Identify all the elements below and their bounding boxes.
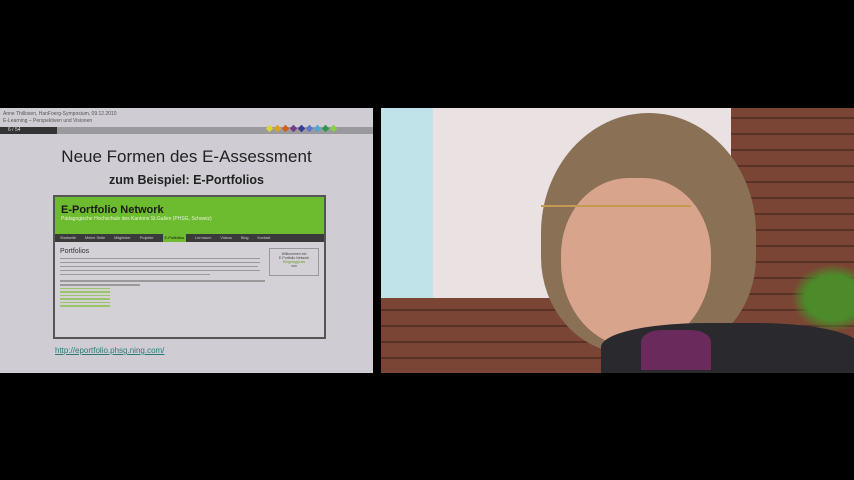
decorative-dots: [265, 124, 338, 133]
dot: [273, 124, 282, 133]
glasses: [541, 205, 691, 229]
nav-item: Startseite: [60, 236, 77, 240]
slide-event-line: E-Learning – Perspektiven und Visionen: [3, 118, 93, 124]
nav-item: Meine Seite: [85, 236, 106, 240]
dot: [305, 124, 314, 133]
dot: [265, 124, 274, 133]
slide-progress-bar: 6 / 54: [0, 124, 373, 134]
speaker-video: [381, 108, 854, 373]
slide-page-number: 6 / 54: [0, 127, 57, 134]
nav-item: Mitglieder: [114, 236, 131, 240]
nav-item: Projekte: [139, 236, 154, 240]
slide-url-link: http://eportfolio.phsg.ning.com/: [55, 346, 165, 355]
speaker-jacket: [601, 323, 854, 373]
dot: [321, 124, 330, 133]
welcome-box: Willkommen bei E-Portfolio Network Einge…: [269, 248, 319, 276]
site-tagline: Pädagogische Hochschule des Kantons St.G…: [61, 216, 212, 222]
slide-author-line: Anne Thillosen, HanFoerg-Symposium, 09.1…: [3, 111, 117, 117]
website-screenshot: E-Portfolio Network Pädagogische Hochsch…: [53, 195, 326, 339]
welcome-by: von: [291, 264, 297, 268]
site-nav: Startseite Meine Seite Mitglieder Projekte E…: [55, 234, 324, 242]
nav-item: Lernraum: [195, 236, 212, 240]
site-header: E-Portfolio Network Pädagogische Hochsch…: [55, 197, 324, 234]
dot: [313, 124, 322, 133]
site-name: E-Portfolio Network: [61, 204, 164, 216]
nav-item: Videos: [220, 236, 232, 240]
slide-title: Neue Formen des E-Assessment: [61, 147, 312, 166]
dot: [281, 124, 290, 133]
nav-item: E-Portfolios: [162, 234, 187, 242]
dot: [329, 124, 338, 133]
slide-subtitle: zum Beispiel: E-Portfolios: [109, 173, 264, 187]
dot: [297, 124, 306, 133]
nav-item: Blog: [240, 236, 249, 240]
nav-item: Kontakt: [257, 236, 271, 240]
dot: [289, 124, 298, 133]
speaker-shirt: [641, 330, 711, 370]
